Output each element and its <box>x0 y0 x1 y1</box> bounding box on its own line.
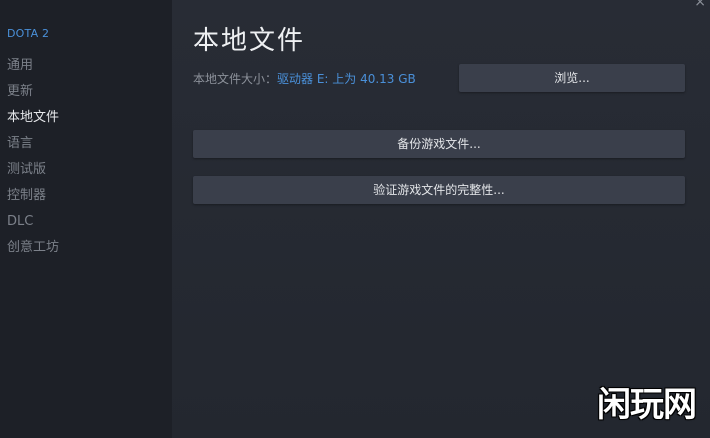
browse-button[interactable]: 浏览... <box>459 64 685 92</box>
size-label: 本地文件大小： <box>193 72 278 86</box>
backup-files-button[interactable]: 备份游戏文件... <box>193 130 685 158</box>
sidebar-item-local-files[interactable]: 本地文件 <box>7 109 59 135</box>
local-files-size-row: 本地文件大小：驱动器 E: 上为 40.13 GB <box>193 70 416 87</box>
sidebar-item-workshop[interactable]: 创意工坊 <box>7 239 59 265</box>
size-drive-link[interactable]: 驱动器 E: 上为 40.13 GB <box>277 72 416 86</box>
sidebar-item-general[interactable]: 通用 <box>7 57 59 83</box>
sidebar: DOTA 2 通用 更新 本地文件 语言 测试版 控制器 DLC 创意工坊 <box>0 0 172 438</box>
main-panel: 本地文件 本地文件大小：驱动器 E: 上为 40.13 GB 浏览... 备份游… <box>172 0 710 438</box>
sidebar-item-updates[interactable]: 更新 <box>7 83 59 109</box>
sidebar-item-controller[interactable]: 控制器 <box>7 187 59 213</box>
sidebar-item-dlc[interactable]: DLC <box>7 213 59 239</box>
close-icon[interactable]: × <box>694 0 706 10</box>
sidebar-nav: 通用 更新 本地文件 语言 测试版 控制器 DLC 创意工坊 <box>7 57 59 265</box>
watermark-logo: 闲玩网 <box>597 385 697 425</box>
verify-integrity-button[interactable]: 验证游戏文件的完整性... <box>193 176 685 204</box>
sidebar-item-betas[interactable]: 测试版 <box>7 161 59 187</box>
sidebar-item-language[interactable]: 语言 <box>7 135 59 161</box>
page-title: 本地文件 <box>193 26 306 56</box>
game-title: DOTA 2 <box>7 27 50 40</box>
